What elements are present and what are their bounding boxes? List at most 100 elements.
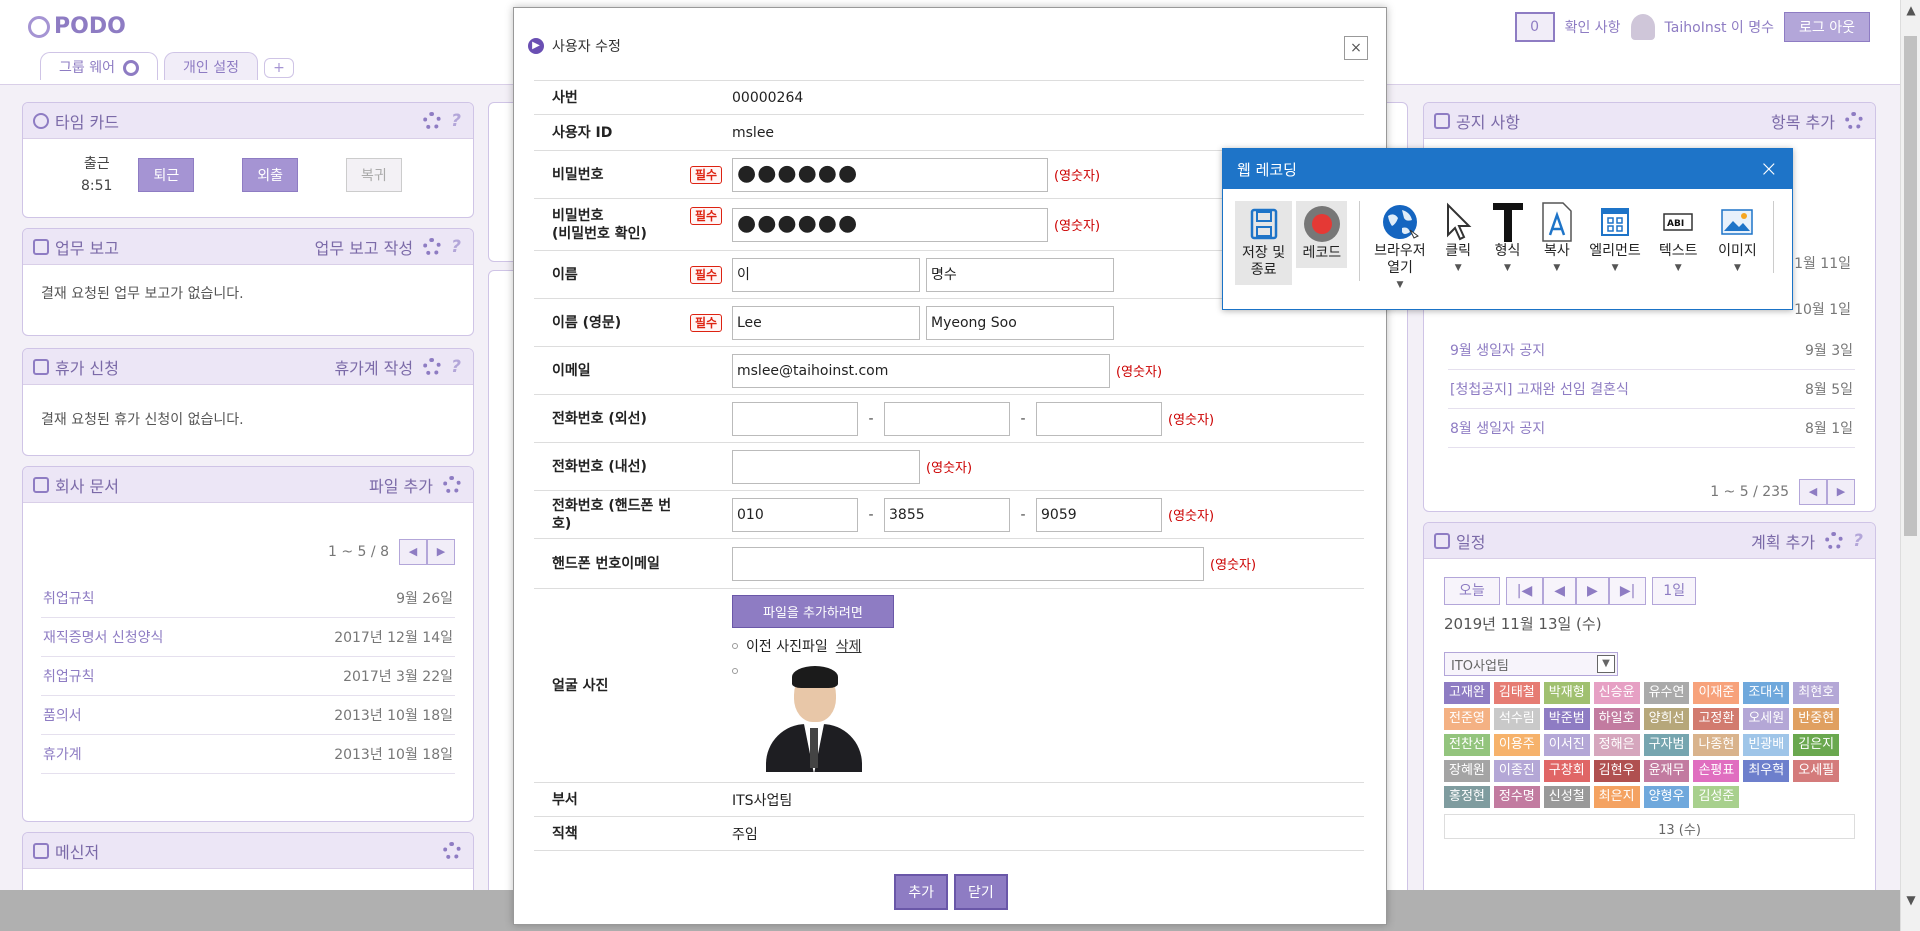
text-button[interactable]: ABI 텍스트 ▼ xyxy=(1651,201,1706,277)
chevron-up-icon[interactable]: ▲ xyxy=(1901,0,1920,20)
member-chip[interactable]: 석수림 xyxy=(1493,708,1540,730)
chevron-down-icon[interactable]: ▼ xyxy=(1485,260,1530,277)
save-stop-button[interactable]: 저장 및 종료 xyxy=(1235,201,1293,285)
phone-ext-part1[interactable] xyxy=(732,401,858,436)
department-select[interactable]: ITO사업팀 ▼ xyxy=(1444,652,1618,676)
member-chip[interactable]: 김성준 xyxy=(1693,786,1740,808)
list-item[interactable]: 휴가계 2013년 10월 18일 xyxy=(41,735,455,774)
member-chip[interactable]: 정수명 xyxy=(1493,786,1540,808)
list-item[interactable]: [청첩공지] 고재완 선임 결혼식 8월 5일 xyxy=(1448,370,1855,409)
member-chip[interactable]: 이서진 xyxy=(1543,734,1590,756)
last-name-en-field[interactable]: Lee xyxy=(732,305,920,340)
add-notice-link[interactable]: 항목 추가 xyxy=(1771,109,1835,133)
chevron-down-icon[interactable]: ▼ xyxy=(1584,260,1647,277)
today-button[interactable]: 오늘 xyxy=(1444,577,1500,605)
notification-label[interactable]: 확인 사항 xyxy=(1565,17,1621,37)
next-button[interactable]: ▶ xyxy=(1576,577,1609,605)
list-item[interactable]: 재직증명서 신청양식 2017년 12월 14일 xyxy=(41,618,455,657)
close-icon[interactable]: × xyxy=(1344,36,1368,60)
add-plan-link[interactable]: 계획 추가 xyxy=(1751,529,1815,553)
prev-page-button[interactable]: ◀ xyxy=(1799,479,1827,505)
member-chip[interactable]: 김은지 xyxy=(1793,734,1840,756)
last-name-field[interactable]: 이 xyxy=(732,257,920,292)
member-chip[interactable]: 신성철 xyxy=(1543,786,1590,808)
item-title[interactable]: 취업규칙 xyxy=(43,666,95,686)
member-chip[interactable]: 빈광배 xyxy=(1743,734,1790,756)
member-chip[interactable]: 고재완 xyxy=(1444,682,1490,704)
first-button[interactable]: |◀ xyxy=(1505,577,1544,605)
member-chip[interactable]: 김태철 xyxy=(1493,682,1540,704)
tab-groupware[interactable]: 그룹 웨어 xyxy=(40,52,158,80)
first-name-field[interactable]: 명수 xyxy=(926,257,1114,292)
image-button[interactable]: 이미지 ▼ xyxy=(1710,201,1765,277)
gear-icon[interactable] xyxy=(122,60,139,76)
password-confirm-field[interactable]: ●●●●●● xyxy=(732,207,1048,242)
delete-photo-link[interactable]: 삭제 xyxy=(836,636,862,656)
member-chip[interactable]: 이재준 xyxy=(1693,682,1740,704)
member-chip[interactable]: 반중현 xyxy=(1793,708,1840,730)
chevron-down-icon[interactable]: ▼ xyxy=(1901,890,1920,910)
member-chip[interactable]: 윤재무 xyxy=(1643,760,1690,782)
member-chip[interactable]: 오세필 xyxy=(1793,760,1840,782)
item-title[interactable]: 재직증명서 신청양식 xyxy=(43,627,163,647)
gear-icon[interactable] xyxy=(1825,531,1844,550)
chevron-down-icon[interactable]: ▼ xyxy=(1534,260,1579,277)
gear-icon[interactable] xyxy=(423,111,442,130)
chevron-down-icon[interactable]: ▼ xyxy=(1597,655,1615,673)
member-chip[interactable]: 최은지 xyxy=(1593,786,1640,808)
member-chip[interactable]: 박준범 xyxy=(1543,708,1590,730)
help-icon[interactable]: ? xyxy=(451,111,461,131)
next-page-button[interactable]: ▶ xyxy=(1827,479,1855,505)
user-name[interactable]: TaihoInst 이 명수 xyxy=(1665,17,1774,37)
item-title[interactable]: [청첩공지] 고재완 선임 결혼식 xyxy=(1450,379,1629,399)
add-tab-button[interactable]: + xyxy=(263,58,294,78)
phone-mobile-part1[interactable]: 010 xyxy=(732,497,858,532)
member-chip[interactable]: 장혜원 xyxy=(1444,760,1490,782)
member-chip[interactable]: 양형우 xyxy=(1643,786,1690,808)
member-chip[interactable]: 나종현 xyxy=(1693,734,1740,756)
first-name-en-field[interactable]: Myeong Soo xyxy=(926,305,1114,340)
record-button[interactable]: 레코드 xyxy=(1296,201,1348,268)
member-chip[interactable]: 구자범 xyxy=(1643,734,1690,756)
member-chip[interactable]: 유수연 xyxy=(1643,682,1690,704)
list-item[interactable]: 취업규칙 9월 26일 xyxy=(41,579,455,618)
member-chip[interactable]: 오세원 xyxy=(1743,708,1790,730)
phone-ext-part2[interactable] xyxy=(884,401,1010,436)
scroll-thumb[interactable] xyxy=(1904,36,1917,536)
member-chip[interactable]: 박재형 xyxy=(1543,682,1590,704)
email-field[interactable]: mslee@taihoinst.com xyxy=(732,353,1110,388)
add-file-button[interactable]: 파일을 추가하려면 xyxy=(732,595,894,628)
list-item[interactable]: 8월 생일자 공지 8월 1일 xyxy=(1448,409,1855,448)
click-button[interactable]: 클릭 ▼ xyxy=(1435,201,1480,277)
phone-mobile-part2[interactable]: 3855 xyxy=(884,497,1010,532)
item-title[interactable]: 9월 생일자 공지 xyxy=(1450,340,1545,360)
list-item[interactable]: 9월 생일자 공지 9월 3일 xyxy=(1448,331,1855,370)
member-chip[interactable]: 전찬선 xyxy=(1444,734,1490,756)
range-button[interactable]: 1일 xyxy=(1652,577,1697,605)
podo-logo[interactable]: PODO xyxy=(28,14,126,39)
tab-personal-settings[interactable]: 개인 설정 xyxy=(163,52,258,80)
chevron-down-icon[interactable]: ▼ xyxy=(1710,260,1765,277)
member-chip[interactable]: 조대식 xyxy=(1743,682,1790,704)
member-chip[interactable]: 구창회 xyxy=(1543,760,1590,782)
prev-page-button[interactable]: ◀ xyxy=(399,539,427,565)
close-icon[interactable]: × xyxy=(1760,157,1778,182)
notification-count[interactable]: 0 xyxy=(1514,12,1555,42)
gear-icon[interactable] xyxy=(443,841,461,860)
help-icon[interactable]: ? xyxy=(1853,531,1863,551)
help-icon[interactable]: ? xyxy=(451,237,461,257)
checkout-button[interactable]: 퇴근 xyxy=(138,158,195,192)
item-title[interactable]: 취업규칙 xyxy=(43,588,95,608)
item-title[interactable]: 8월 생일자 공지 xyxy=(1450,418,1545,438)
member-chip[interactable]: 이용주 xyxy=(1493,734,1540,756)
prev-button[interactable]: ◀ xyxy=(1543,577,1577,605)
add-file-link[interactable]: 파일 추가 xyxy=(369,473,433,497)
open-browser-button[interactable]: 브라우저 열기 ▼ xyxy=(1368,201,1431,294)
list-item[interactable]: 취업규칙 2017년 3월 22일 xyxy=(41,657,455,696)
copy-button[interactable]: 복사 ▼ xyxy=(1534,201,1579,277)
member-chip[interactable]: 정해은 xyxy=(1593,734,1640,756)
mobile-email-field[interactable] xyxy=(732,546,1204,581)
password-field[interactable]: ●●●●●● xyxy=(732,157,1048,192)
phone-int-field[interactable] xyxy=(732,449,920,484)
phone-mobile-part3[interactable]: 9059 xyxy=(1036,497,1162,532)
